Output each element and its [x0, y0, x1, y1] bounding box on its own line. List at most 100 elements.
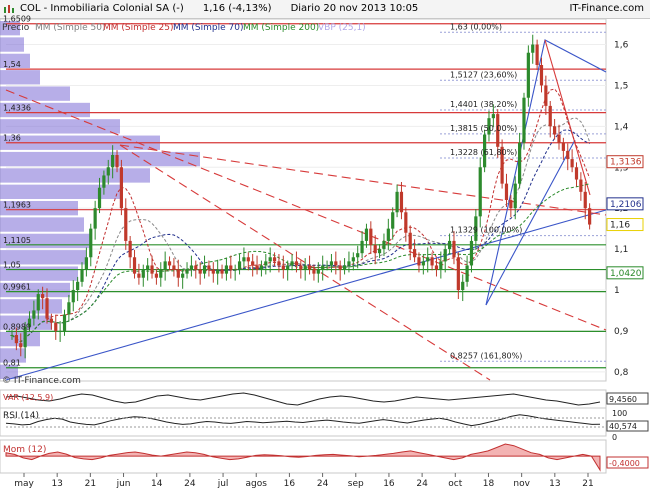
- y-tick-label: 1,5: [614, 81, 628, 91]
- candle-body: [242, 257, 246, 262]
- vbp-bar: [0, 168, 150, 183]
- candle-body: [14, 335, 18, 344]
- candle-body: [391, 212, 395, 229]
- candle-body: [426, 257, 430, 262]
- candle-body: [268, 257, 272, 262]
- candle-body: [19, 343, 23, 348]
- candle-body: [325, 265, 329, 267]
- candle-body: [439, 261, 443, 270]
- fib-level-label: 1,1329 (100,00%): [450, 226, 522, 235]
- candle-body: [303, 265, 307, 270]
- y-tick-label: 1: [614, 286, 620, 296]
- candle-body: [229, 265, 233, 270]
- candle-body: [163, 261, 167, 270]
- candle-body: [579, 179, 583, 192]
- candle-body: [272, 257, 277, 262]
- candle-body: [154, 273, 159, 278]
- candle-body: [181, 273, 185, 278]
- rsi-tick-100: 100: [612, 409, 627, 418]
- support-level-label: 0,81: [3, 359, 21, 368]
- candle-body: [443, 249, 447, 262]
- candle-body: [307, 265, 312, 270]
- candle-body: [233, 269, 237, 271]
- candle-body: [469, 240, 474, 266]
- x-tick-label: 24: [416, 479, 428, 489]
- candle-body: [356, 253, 360, 258]
- support-level-label: 0,8989: [3, 322, 31, 331]
- candle-body: [539, 65, 544, 86]
- candle-body: [347, 261, 351, 266]
- candle-body: [119, 167, 123, 209]
- price-badge-label: 1,0420: [610, 269, 642, 279]
- y-tick-label: 0,9: [614, 327, 629, 337]
- rsi-tick-0: 0: [612, 433, 617, 442]
- support-level-label: 1,1105: [3, 236, 31, 245]
- candle-body: [373, 245, 377, 254]
- candle-body: [504, 183, 509, 200]
- candle-body: [404, 212, 408, 233]
- y-tick-label: 1,4: [614, 122, 629, 132]
- rsi-title: RSI (14): [3, 411, 39, 421]
- candle-body: [360, 240, 364, 254]
- candle-body: [351, 257, 355, 262]
- vbp-bar: [0, 37, 24, 52]
- candle-body: [115, 155, 119, 168]
- candle-body: [386, 228, 390, 241]
- x-tick-label: 13: [51, 479, 62, 489]
- vbp-bar: [0, 299, 62, 314]
- fib-level-label: 0,8257 (161,80%): [450, 351, 522, 360]
- x-tick-label: 13: [549, 479, 560, 489]
- price-badge-label: 1,3136: [610, 158, 642, 168]
- candle-body: [548, 105, 552, 127]
- y-tick-label: 1,6: [614, 41, 629, 51]
- candle-body: [421, 261, 425, 266]
- fib-level-label: 1,5127 (23,60%): [450, 70, 517, 79]
- candle-body: [220, 269, 224, 274]
- candle-body: [286, 265, 290, 270]
- support-level-label: 1,05: [3, 261, 21, 270]
- x-tick-label: agos: [246, 479, 268, 489]
- candle-body: [434, 265, 439, 270]
- candle-body: [566, 150, 570, 160]
- candle-body: [264, 261, 268, 266]
- candle-body: [80, 269, 84, 282]
- candle-body: [452, 240, 456, 258]
- candle-body: [259, 265, 264, 270]
- candle-body: [194, 265, 198, 270]
- candle-body: [553, 126, 557, 135]
- x-tick-label: nov: [513, 479, 530, 489]
- fib-level-label: 1,63 (0,00%): [450, 22, 502, 31]
- x-tick-label: 24: [184, 479, 196, 489]
- candle-body: [456, 257, 460, 290]
- candle-body: [146, 265, 150, 270]
- candle-body: [574, 167, 579, 180]
- fib-level-label: 1,3815 (50,00%): [450, 124, 517, 133]
- candle-body: [509, 200, 513, 209]
- resistance-level-label: 1,54: [3, 60, 21, 69]
- vbp-bar: [0, 119, 120, 134]
- candle-body: [167, 261, 172, 266]
- candle-body: [561, 142, 565, 151]
- candle-body: [522, 97, 526, 143]
- legend-precio: Precio: [2, 23, 30, 33]
- candle-body: [557, 134, 561, 143]
- candle-body: [128, 240, 132, 258]
- x-tick-label: 24: [317, 479, 329, 489]
- candle-body: [111, 155, 115, 168]
- x-tick-label: 16: [383, 479, 395, 489]
- candle-body: [312, 269, 316, 274]
- candle-body: [246, 257, 250, 262]
- candle-body: [132, 257, 137, 274]
- candle-body: [62, 314, 67, 331]
- candle-body: [89, 228, 93, 258]
- x-tick-label: 16: [284, 479, 296, 489]
- vbp-bar: [0, 217, 84, 232]
- mom-badge-label: -0,4000: [609, 459, 640, 468]
- resistance-level-label: 1,1963: [3, 201, 31, 210]
- candle-body: [408, 232, 412, 250]
- fib-level-label: 1,3228 (61,80%): [450, 148, 517, 157]
- candle-body: [281, 265, 285, 270]
- candle-body: [377, 249, 382, 254]
- watermark: © IT-Finance.com: [2, 376, 81, 386]
- candle-body: [211, 269, 215, 274]
